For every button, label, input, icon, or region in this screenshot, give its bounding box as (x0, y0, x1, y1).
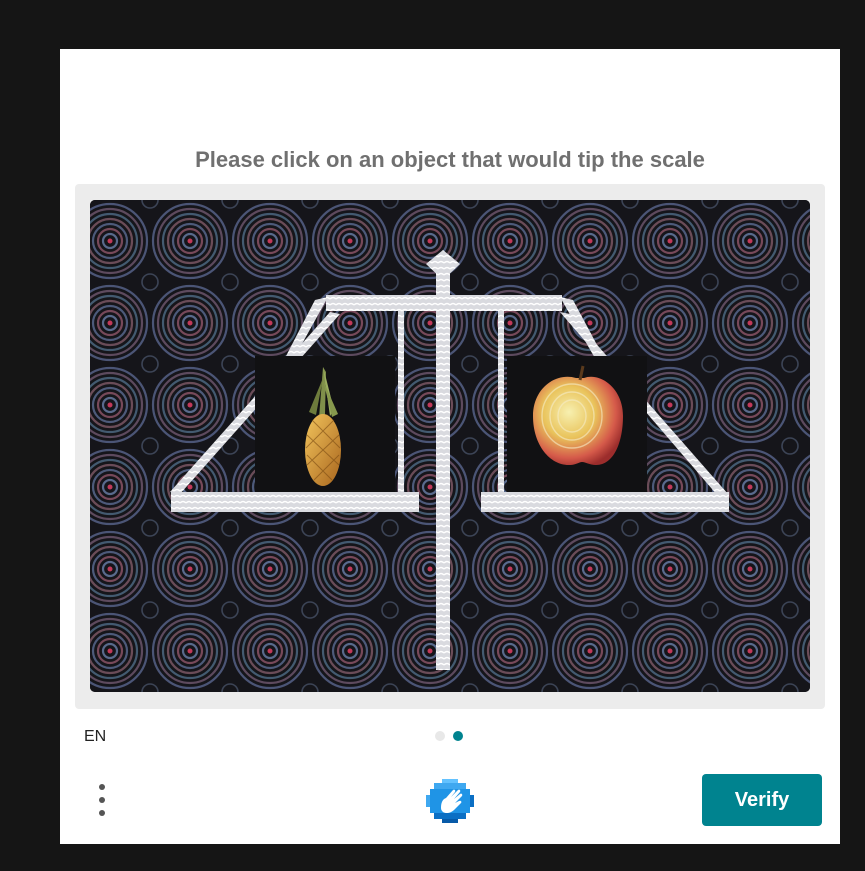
page-dot-1 (435, 731, 445, 741)
captcha-modal: Please click on an object that would tip… (60, 49, 840, 844)
more-vertical-icon[interactable] (91, 780, 113, 820)
page-dot-2 (453, 731, 463, 741)
challenge-image-canvas (90, 200, 810, 692)
challenge-image-frame (75, 184, 825, 709)
challenge-pagination (435, 731, 463, 741)
hcaptcha-logo-icon (424, 775, 476, 827)
language-selector[interactable]: EN (84, 728, 106, 746)
challenge-prompt: Please click on an object that would tip… (195, 147, 705, 172)
verify-button[interactable]: Verify (702, 774, 822, 826)
challenge-image[interactable] (90, 200, 810, 692)
